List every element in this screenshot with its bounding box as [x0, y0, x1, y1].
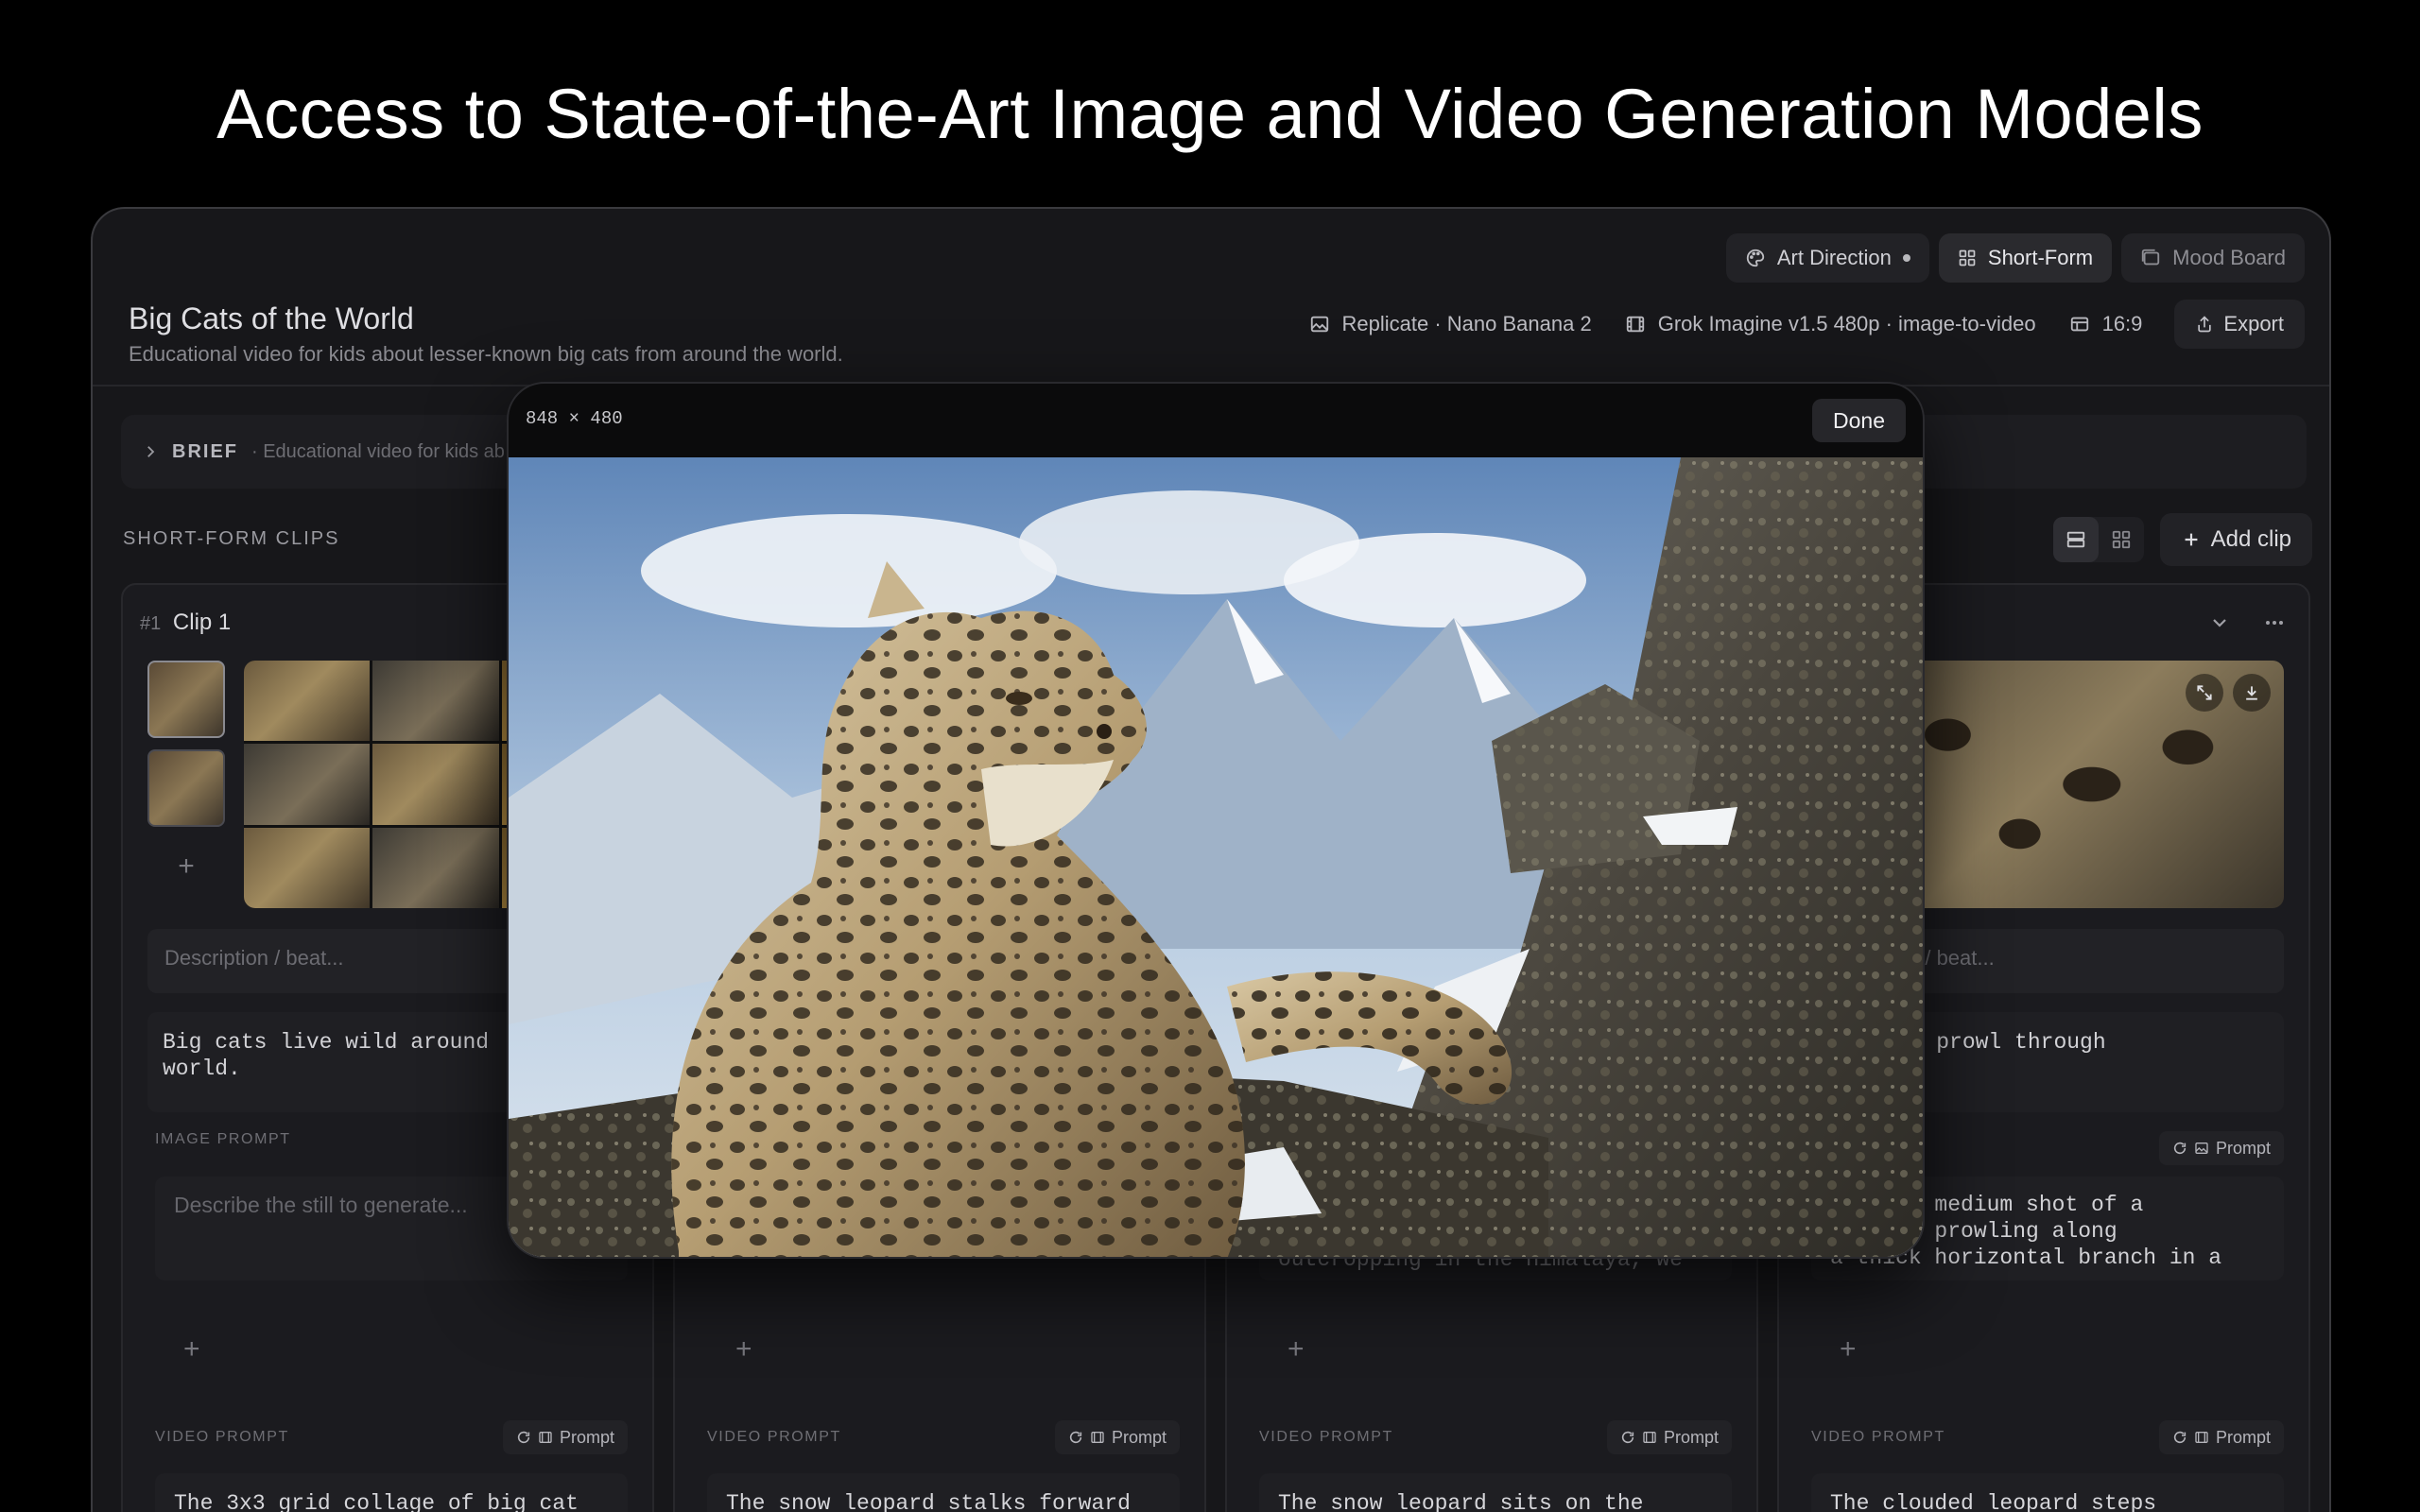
chevron-right-icon	[147, 446, 155, 457]
video-prompt-label: VIDEO PROMPT	[155, 1429, 289, 1445]
video-prompt-header: VIDEO PROMPT Prompt	[1259, 1420, 1732, 1454]
video-model-selector[interactable]: Grok Imagine v1.5 480p · image-to-video	[1624, 312, 2036, 336]
more-icon[interactable]	[2263, 611, 2286, 634]
palette-icon	[1746, 249, 1765, 267]
tab-mood-board-label: Mood Board	[2172, 246, 2286, 269]
video-prompt-field[interactable]: The clouded leopard steps	[1811, 1473, 2284, 1512]
aspect-ratio-selector[interactable]: 16:9	[2068, 312, 2143, 336]
image-prompt-label: IMAGE PROMPT	[155, 1131, 291, 1147]
add-variant-button[interactable]: +	[147, 838, 225, 895]
generate-prompt-button[interactable]: Prompt	[1054, 1420, 1180, 1454]
image-viewer-modal: 848 × 480 Done	[507, 382, 1925, 1259]
generate-prompt-button[interactable]: Prompt	[502, 1420, 628, 1454]
add-reference-button[interactable]: +	[1288, 1333, 1305, 1366]
add-reference-button[interactable]: +	[735, 1333, 752, 1366]
download-button[interactable]	[2233, 674, 2271, 712]
art-direction-button[interactable]: Art Direction	[1725, 233, 1929, 283]
tab-mood-board[interactable]: Mood Board	[2121, 233, 2305, 283]
refresh-icon	[2173, 1142, 2187, 1155]
expand-icon	[2197, 685, 2212, 700]
clip-variants: +	[147, 661, 225, 895]
video-prompt-label: VIDEO PROMPT	[1259, 1429, 1393, 1445]
add-reference-button[interactable]: +	[1840, 1333, 1857, 1366]
plus-icon	[2185, 533, 2198, 546]
chevron-down-icon[interactable]	[2208, 611, 2231, 634]
add-reference-button[interactable]: +	[183, 1333, 200, 1366]
video-prompt-field[interactable]: The snow leopard sits on the	[1259, 1473, 1732, 1512]
clip-name: Clip 1	[172, 610, 232, 635]
video-prompt-header: VIDEO PROMPT Prompt	[1811, 1420, 2284, 1454]
tab-short-form[interactable]: Short-Form	[1938, 233, 2113, 283]
generate-prompt-button[interactable]: Prompt	[1606, 1420, 1732, 1454]
grid-icon	[2112, 530, 2131, 549]
video-variant-thumbnail[interactable]	[147, 749, 225, 827]
prompt-button-label: Prompt	[2215, 1138, 2271, 1158]
video-prompt-header: VIDEO PROMPT Prompt	[707, 1420, 1180, 1454]
film-icon	[1643, 1432, 1656, 1443]
refresh-icon	[2173, 1431, 2187, 1444]
export-label: Export	[2223, 312, 2284, 335]
variant-thumbnail[interactable]	[147, 661, 225, 738]
film-icon	[2195, 1432, 2208, 1443]
image-model-selector[interactable]: Replicate · Nano Banana 2	[1308, 312, 1592, 336]
export-button[interactable]: Export	[2174, 300, 2305, 349]
film-icon	[1091, 1432, 1104, 1443]
generate-prompt-button[interactable]: Prompt	[2158, 1131, 2284, 1165]
prompt-button-label: Prompt	[1111, 1427, 1167, 1447]
video-prompt-field[interactable]: The snow leopard stalks forward	[707, 1473, 1180, 1512]
video-prompt-header: VIDEO PROMPT Prompt	[155, 1420, 628, 1454]
image-icon	[1310, 316, 1328, 333]
grid-view-button[interactable]	[2099, 517, 2144, 562]
brief-text: · Educational video for kids ab	[251, 440, 505, 462]
add-clip-label: Add clip	[2210, 526, 2291, 552]
images-icon	[2141, 249, 2160, 266]
aspect-ratio-icon	[2070, 317, 2088, 332]
art-direction-label: Art Direction	[1776, 246, 1892, 269]
snow-leopard-image	[509, 457, 1923, 1257]
page-headline: Access to State-of-the-Art Image and Vid…	[216, 75, 2204, 153]
share-icon	[2198, 316, 2212, 333]
status-dot	[1902, 254, 1910, 262]
generate-prompt-button[interactable]: Prompt	[2158, 1420, 2284, 1454]
grid-icon	[1959, 249, 1976, 266]
project-subtitle: Educational video for kids about lesser-…	[129, 342, 843, 366]
image-model-label: Replicate · Nano Banana 2	[1341, 312, 1592, 335]
refresh-icon	[1621, 1431, 1634, 1444]
prompt-button-label: Prompt	[559, 1427, 614, 1447]
project-title[interactable]: Big Cats of the World	[129, 301, 414, 336]
prompt-button-label: Prompt	[1663, 1427, 1719, 1447]
rows-icon	[2066, 531, 2085, 548]
clip-number: #1	[140, 613, 162, 634]
prompt-button-label: Prompt	[2215, 1427, 2271, 1447]
brief-label: BRIEF	[172, 440, 238, 462]
expand-button[interactable]	[2186, 674, 2223, 712]
done-button[interactable]: Done	[1812, 399, 1906, 442]
download-icon	[2246, 686, 2257, 700]
image-dimensions: 848 × 480	[526, 408, 623, 429]
tab-short-form-label: Short-Form	[1987, 246, 2094, 269]
film-icon	[539, 1432, 552, 1443]
video-prompt-label: VIDEO PROMPT	[1811, 1429, 1945, 1445]
view-toggle	[2053, 517, 2144, 562]
model-settings: Replicate · Nano Banana 2 Grok Imagine v…	[1308, 300, 2305, 349]
clip-title[interactable]: #1 Clip 1	[140, 610, 231, 636]
add-clip-button[interactable]: Add clip	[2159, 513, 2312, 566]
mode-switcher: Art Direction Short-Form Mood Board	[1725, 233, 2305, 283]
aspect-ratio-label: 16:9	[2101, 312, 2143, 335]
image-icon	[2195, 1143, 2208, 1154]
list-view-button[interactable]	[2053, 517, 2099, 562]
video-prompt-label: VIDEO PROMPT	[707, 1429, 841, 1445]
video-prompt-field[interactable]: The 3x3 grid collage of big cat	[155, 1473, 628, 1512]
section-title: SHORT-FORM CLIPS	[123, 528, 340, 549]
film-icon	[1626, 316, 1644, 333]
video-model-label: Grok Imagine v1.5 480p · image-to-video	[1657, 312, 2036, 335]
clip-actions	[2208, 611, 2286, 634]
refresh-icon	[517, 1431, 530, 1444]
image-actions	[2186, 674, 2271, 712]
refresh-icon	[1069, 1431, 1082, 1444]
